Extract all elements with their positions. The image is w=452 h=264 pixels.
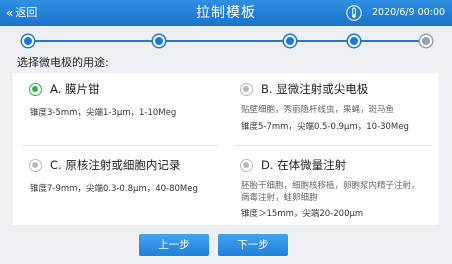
- step-dot-1: [22, 35, 34, 47]
- option-a[interactable]: A. 膜片钳: [29, 82, 209, 98]
- option-b[interactable]: B. 显微注射或尖电极: [240, 82, 430, 98]
- top-bar: « 返回 拉制模板 2020/6/9 00:00: [0, 0, 452, 26]
- option-c-desc: 锥度7-9mm，尖端0.3-0.8μm，40-80Meg: [30, 184, 198, 194]
- option-d-desc-2: 病毒注射，蛙卵细胞: [241, 193, 318, 203]
- option-c-label: C. 原核注射或细胞内记录: [50, 158, 181, 172]
- previous-step-button[interactable]: 上一步: [139, 234, 209, 256]
- option-b-label: B. 显微注射或尖电极: [261, 82, 369, 96]
- divider-left: [22, 145, 219, 146]
- step-dot-5: [420, 35, 432, 47]
- option-b-desc-1: 贴壁细胞，秀丽隐杆线虫，果蝇，斑马鱼: [241, 105, 395, 115]
- option-d-desc-1: 胚胎干细胞，细胞核移植，卵胞浆内精子注射，: [241, 181, 420, 191]
- divider-right: [235, 145, 432, 146]
- step-dot-4: [348, 35, 360, 47]
- option-c[interactable]: C. 原核注射或细胞内记录: [29, 158, 229, 174]
- step-progress: [22, 34, 432, 48]
- thermometer-icon[interactable]: [346, 5, 362, 21]
- option-d[interactable]: D. 在体微量注射: [240, 158, 430, 174]
- datetime-display: 2020/6/9 00:00: [372, 7, 446, 18]
- radio-icon[interactable]: [29, 159, 42, 172]
- radio-icon[interactable]: [240, 159, 253, 172]
- step-dot-2: [153, 35, 165, 47]
- option-d-label: D. 在体微量注射: [261, 158, 347, 172]
- option-b-desc-2: 锥度5-7mm，尖端0.5-0.9μm，10-30Meg: [241, 122, 409, 132]
- next-step-button[interactable]: 下一步: [218, 234, 288, 256]
- option-d-desc-3: 锥度＞15mm，尖端20-200μm: [241, 209, 364, 219]
- options-card: A. 膜片钳 锥度3-5mm，尖端1-3μm，1-10Meg B. 显微注射或尖…: [13, 73, 439, 225]
- option-a-label: A. 膜片钳: [50, 82, 100, 96]
- question-label: 选择微电极的用途:: [17, 56, 109, 69]
- radio-icon[interactable]: [240, 83, 253, 96]
- option-a-desc: 锥度3-5mm，尖端1-3μm，1-10Meg: [30, 108, 177, 118]
- step-progress-line: [28, 40, 426, 42]
- radio-icon[interactable]: [29, 83, 42, 96]
- step-dot-3: [284, 35, 296, 47]
